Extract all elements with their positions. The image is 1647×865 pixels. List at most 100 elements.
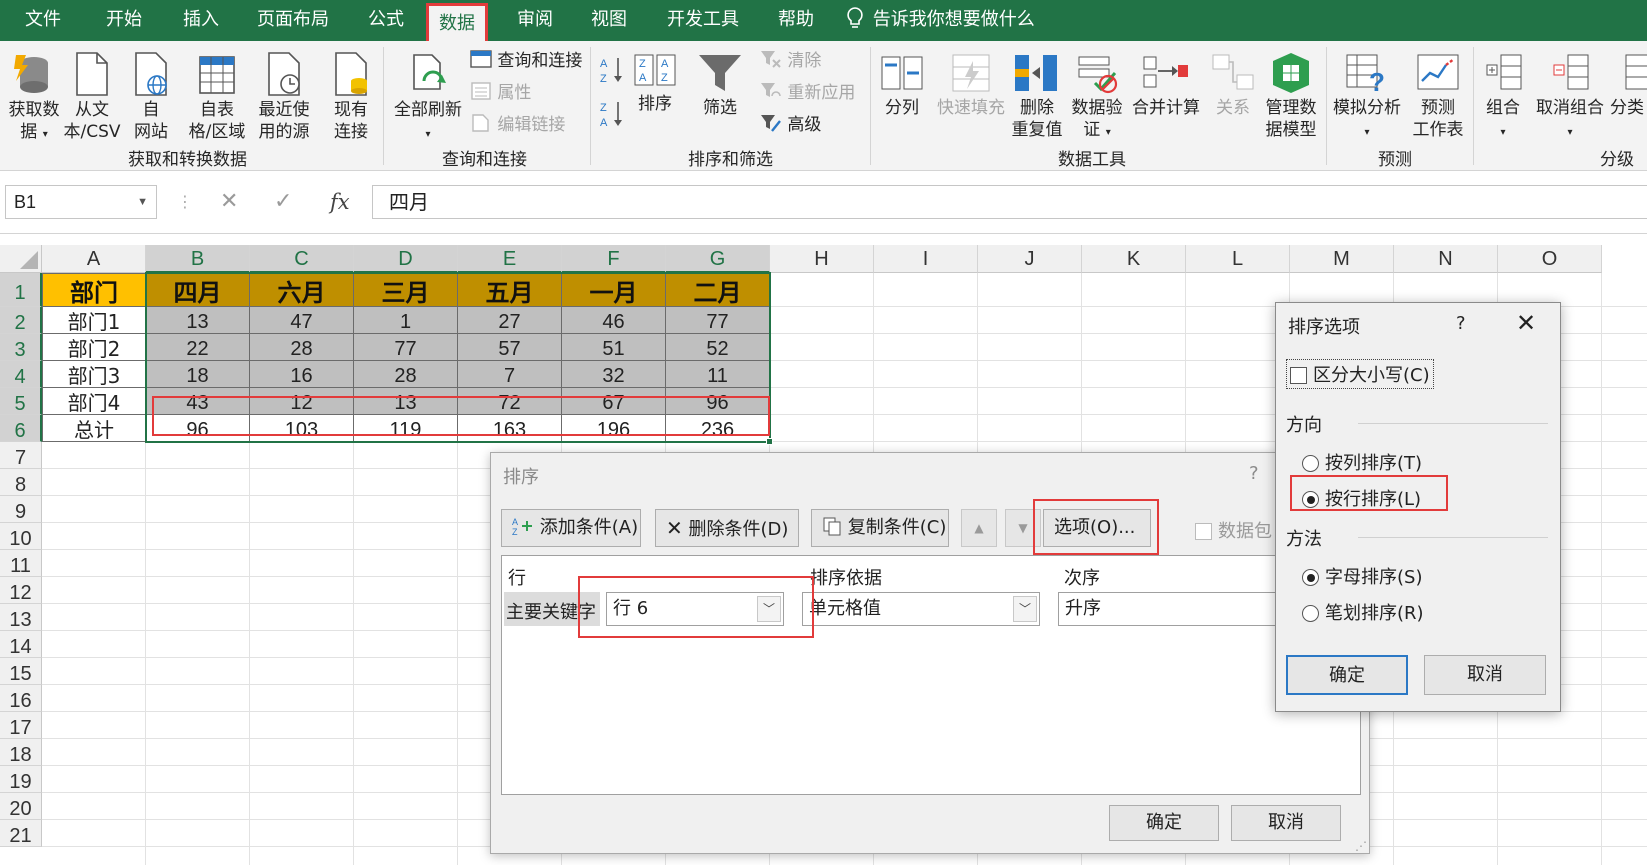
column-header-n[interactable]: N — [1394, 245, 1498, 273]
table-cell[interactable]: 部门2 — [42, 334, 146, 361]
column-header-h[interactable]: H — [770, 245, 874, 273]
select-all-corner[interactable] — [0, 245, 42, 273]
refresh-all-button[interactable]: 全部刷新 ▾ — [390, 51, 466, 146]
table-cell[interactable]: 96 — [666, 388, 770, 415]
row-header-18[interactable]: 18 — [0, 739, 42, 766]
relationships-button[interactable]: 关系 — [1210, 51, 1256, 119]
sort-on-select[interactable]: 单元格值 ﹀ — [802, 592, 1040, 626]
table-cell[interactable]: 28 — [354, 361, 458, 388]
table-cell[interactable]: 28 — [250, 334, 354, 361]
table-cell[interactable]: 16 — [250, 361, 354, 388]
table-cell[interactable]: 27 — [458, 307, 562, 334]
text-to-columns-button[interactable]: 分列 — [880, 51, 924, 119]
column-header-c[interactable]: C — [250, 245, 354, 273]
fx-icon[interactable]: fx — [330, 185, 350, 219]
table-cell[interactable]: 52 — [666, 334, 770, 361]
row-header-1[interactable]: 1 — [0, 273, 42, 307]
resize-grip-icon[interactable]: ⋰ — [1355, 839, 1367, 853]
table-cell[interactable]: 11 — [666, 361, 770, 388]
row-header-6[interactable]: 6 — [0, 415, 42, 442]
table-cell[interactable]: 32 — [562, 361, 666, 388]
row-header-7[interactable]: 7 — [0, 442, 42, 469]
chevron-down-icon[interactable]: ▼ — [137, 186, 148, 218]
tab-page-layout[interactable]: 页面布局 — [257, 0, 329, 41]
row-header-4[interactable]: 4 — [0, 361, 42, 388]
table-cell[interactable]: 部门4 — [42, 388, 146, 415]
confirm-entry-icon[interactable]: ✓ — [274, 185, 292, 219]
column-header-m[interactable]: M — [1290, 245, 1394, 273]
table-cell[interactable]: 119 — [354, 415, 458, 442]
tab-home[interactable]: 开始 — [106, 0, 142, 41]
row-header-12[interactable]: 12 — [0, 577, 42, 604]
row-header-19[interactable]: 19 — [0, 766, 42, 793]
table-cell[interactable]: 51 — [562, 334, 666, 361]
alphabetic-sort-radio[interactable]: 字母排序(S) — [1302, 563, 1422, 589]
tab-insert[interactable]: 插入 — [183, 0, 219, 41]
table-cell[interactable]: 77 — [354, 334, 458, 361]
column-header-i[interactable]: I — [874, 245, 978, 273]
flash-fill-button[interactable]: 快速填充 — [934, 51, 1008, 119]
table-cell[interactable]: 96 — [146, 415, 250, 442]
has-header-checkbox[interactable]: 数据包 — [1195, 517, 1272, 543]
sort-by-column-radio[interactable]: 按列排序(T) — [1302, 449, 1422, 475]
existing-connections-button[interactable]: 现有 连接 — [326, 51, 376, 143]
table-cell[interactable]: 47 — [250, 307, 354, 334]
table-cell[interactable]: 196 — [562, 415, 666, 442]
table-header-cell[interactable]: 六月 — [250, 273, 354, 307]
help-icon[interactable]: ? — [1456, 313, 1466, 334]
tab-help[interactable]: 帮助 — [778, 0, 814, 41]
remove-duplicates-button[interactable]: 删除 重复值 — [1008, 51, 1066, 141]
column-header-f[interactable]: F — [562, 245, 666, 273]
sort-key-select[interactable]: 行 6 ﹀ — [606, 592, 784, 626]
table-cell[interactable]: 7 — [458, 361, 562, 388]
row-header-5[interactable]: 5 — [0, 388, 42, 415]
table-cell[interactable]: 13 — [146, 307, 250, 334]
sort-ok-button[interactable]: 确定 — [1109, 805, 1219, 841]
delete-level-button[interactable]: ✕ 删除条件(D) — [655, 509, 799, 547]
column-header-o[interactable]: O — [1498, 245, 1602, 273]
edit-links-button[interactable]: 编辑链接 — [470, 113, 565, 136]
move-down-button[interactable]: ▼ — [1005, 509, 1041, 547]
row-header-3[interactable]: 3 — [0, 334, 42, 361]
tab-file[interactable]: 文件 — [25, 0, 61, 41]
from-csv-button[interactable]: 从文 本/CSV — [62, 51, 122, 143]
row-header-14[interactable]: 14 — [0, 631, 42, 658]
table-header-cell[interactable]: 五月 — [458, 273, 562, 307]
table-cell[interactable]: 22 — [146, 334, 250, 361]
row-header-8[interactable]: 8 — [0, 469, 42, 496]
table-cell[interactable]: 46 — [562, 307, 666, 334]
queries-connections-button[interactable]: 查询和连接 — [470, 49, 582, 72]
table-header-cell[interactable]: 四月 — [146, 273, 250, 307]
advanced-filter-button[interactable]: 高级 — [760, 113, 821, 136]
column-header-e[interactable]: E — [458, 245, 562, 273]
sort-za-button[interactable]: ZA — [598, 99, 626, 135]
chevron-down-icon[interactable]: ﹀ — [757, 596, 781, 622]
column-header-a[interactable]: A — [42, 245, 146, 273]
column-header-g[interactable]: G — [666, 245, 770, 273]
column-header-j[interactable]: J — [978, 245, 1082, 273]
table-cell[interactable]: 1 — [354, 307, 458, 334]
table-cell[interactable]: 总计 — [42, 415, 146, 442]
stroke-sort-radio[interactable]: 笔划排序(R) — [1302, 599, 1424, 625]
row-header-13[interactable]: 13 — [0, 604, 42, 631]
subtotal-button[interactable]: 分类 — [1610, 51, 1647, 119]
copy-level-button[interactable]: 复制条件(C) — [811, 509, 949, 547]
table-cell[interactable]: 13 — [354, 388, 458, 415]
sort-cancel-button[interactable]: 取消 — [1231, 805, 1341, 841]
row-header-21[interactable]: 21 — [0, 820, 42, 847]
get-data-button[interactable]: 获取数 据 ▾ — [2, 51, 66, 146]
from-table-button[interactable]: 自表 格/区域 — [182, 51, 252, 143]
row-header-9[interactable]: 9 — [0, 496, 42, 523]
forecast-sheet-button[interactable]: 预测 工作表 — [1406, 51, 1470, 141]
data-model-button[interactable]: 管理数 据模型 — [1260, 51, 1322, 141]
table-cell[interactable]: 43 — [146, 388, 250, 415]
sort-button[interactable]: ZAAZ 排序 — [632, 51, 678, 115]
sort-by-row-radio[interactable]: 按行排序(L) — [1302, 485, 1421, 511]
table-cell[interactable]: 103 — [250, 415, 354, 442]
table-cell[interactable]: 12 — [250, 388, 354, 415]
column-header-k[interactable]: K — [1082, 245, 1186, 273]
row-header-15[interactable]: 15 — [0, 658, 42, 685]
table-header-cell[interactable]: 部门 — [42, 273, 146, 307]
close-icon[interactable]: ✕ — [1516, 309, 1536, 337]
options-button[interactable]: 选项(O)... — [1043, 509, 1151, 547]
